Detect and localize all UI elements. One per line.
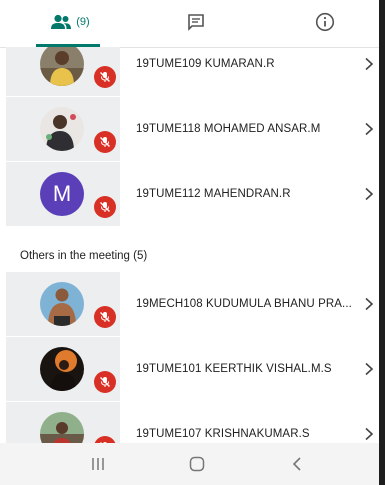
back-button[interactable]	[287, 454, 307, 474]
participants-panel: (9) 19TUME109 KUMARAN.R 19TUME118 MOHAME…	[0, 0, 379, 485]
chevron-right-icon[interactable]	[364, 57, 374, 71]
chevron-right-icon[interactable]	[364, 362, 374, 376]
mic-muted-icon	[94, 131, 116, 153]
participant-row[interactable]: 19MECH108 KUDUMULA BHANU PRA...	[0, 272, 379, 336]
participant-name: 19TUME118 MOHAMED ANSAR.M	[136, 123, 321, 135]
avatar	[40, 282, 84, 326]
participant-row[interactable]: 19TUME101 KEERTHIK VISHAL.M.S	[0, 337, 379, 401]
participant-row[interactable]: 19TUME109 KUMARAN.R	[0, 47, 379, 96]
mic-muted-icon	[94, 196, 116, 218]
mic-muted-icon	[94, 66, 116, 88]
tab-chat[interactable]	[176, 0, 216, 44]
system-navigation-bar	[0, 443, 379, 485]
tab-info[interactable]	[305, 0, 345, 44]
recents-icon	[92, 458, 104, 470]
participant-name: 19TUME101 KEERTHIK VISHAL.M.S	[136, 363, 332, 375]
chevron-right-icon[interactable]	[364, 427, 374, 441]
participant-count: (9)	[76, 16, 90, 28]
tab-bar: (9)	[0, 0, 379, 48]
home-icon	[189, 456, 205, 472]
back-icon	[292, 457, 301, 471]
participant-name: 19TUME109 KUMARAN.R	[136, 58, 275, 70]
participant-row[interactable]: 19TUME118 MOHAMED ANSAR.M	[0, 97, 379, 161]
info-icon	[315, 12, 335, 32]
recents-button[interactable]	[88, 454, 108, 474]
participant-row[interactable]: 19TUME107 KRISHNAKUMAR.S	[0, 402, 379, 443]
chevron-right-icon[interactable]	[364, 187, 374, 201]
mic-muted-icon	[94, 371, 116, 393]
tab-participants[interactable]: (9)	[40, 0, 100, 44]
others-section-label: Others in the meeting (5)	[20, 250, 148, 262]
chevron-right-icon[interactable]	[364, 122, 374, 136]
participant-row[interactable]: M 19TUME112 MAHENDRAN.R	[0, 162, 379, 226]
avatar	[40, 347, 84, 391]
participant-name: 19TUME107 KRISHNAKUMAR.S	[136, 428, 310, 440]
chat-icon	[188, 14, 204, 31]
avatar	[40, 107, 84, 151]
people-icon	[51, 14, 72, 29]
participant-name: 19TUME112 MAHENDRAN.R	[136, 188, 291, 200]
home-button[interactable]	[186, 454, 208, 474]
participant-list[interactable]: 19TUME109 KUMARAN.R 19TUME118 MOHAMED AN…	[0, 47, 379, 443]
participant-name: 19MECH108 KUDUMULA BHANU PRA...	[136, 298, 352, 310]
chevron-right-icon[interactable]	[364, 297, 374, 311]
avatar: M	[40, 172, 84, 216]
mic-muted-icon	[94, 306, 116, 328]
